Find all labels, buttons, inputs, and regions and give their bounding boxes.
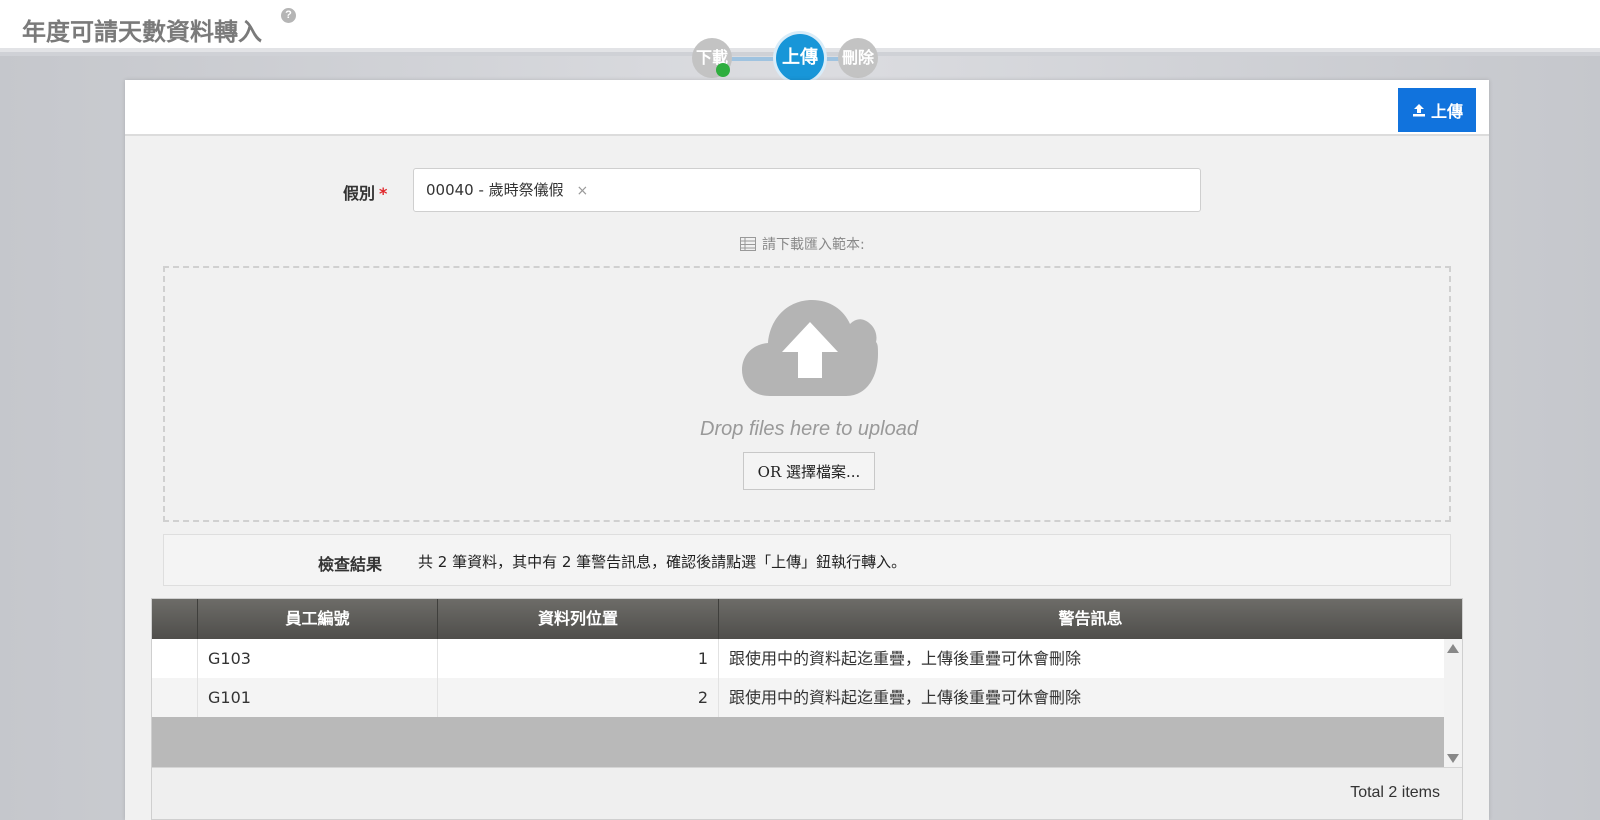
stepper: 下載 上傳 刪除 bbox=[692, 34, 900, 84]
panel-header: 上傳 bbox=[125, 80, 1489, 136]
warning-table: 員工編號 資料列位置 警告訊息 G103 1 跟使用中的資料起迄重疊，上傳後重疊… bbox=[151, 598, 1463, 820]
scroll-down-icon[interactable] bbox=[1447, 754, 1459, 763]
row-select-cell[interactable] bbox=[152, 639, 198, 678]
warning-cell: 跟使用中的資料起迄重疊，上傳後重疊可休會刪除 bbox=[729, 688, 1082, 707]
template-download-link[interactable]: 請下載匯入範本: bbox=[740, 234, 865, 254]
help-icon[interactable]: ? bbox=[281, 8, 296, 23]
upload-icon bbox=[1412, 104, 1425, 117]
page-title: 年度可請天數資料轉入 bbox=[22, 18, 262, 46]
row-position-cell: 2 bbox=[438, 678, 719, 717]
leave-type-label-text: 假別 bbox=[343, 184, 376, 203]
employee-id-cell: G103 bbox=[198, 639, 438, 678]
header-select-column bbox=[152, 599, 198, 639]
upload-button[interactable]: 上傳 bbox=[1398, 88, 1476, 132]
table-row[interactable]: G101 2 跟使用中的資料起迄重疊，上傳後重疊可休會刪除 bbox=[152, 678, 1444, 717]
main-panel: 上傳 假別 * 00040 - 歲時祭儀假 × 請下載匯入範本: Drop fil… bbox=[125, 80, 1489, 820]
warning-cell: 跟使用中的資料起迄重疊，上傳後重疊可休會刪除 bbox=[729, 649, 1082, 668]
scroll-up-icon[interactable] bbox=[1447, 644, 1459, 653]
table-header: 員工編號 資料列位置 警告訊息 bbox=[152, 599, 1462, 639]
total-items: Total 2 items bbox=[1350, 784, 1440, 801]
header-employee-id[interactable]: 員工編號 bbox=[198, 599, 438, 639]
header-row-position[interactable]: 資料列位置 bbox=[438, 599, 719, 639]
check-result: 檢查結果 共 2 筆資料，其中有 2 筆警告訊息，確認後請點選「上傳」鈕執行轉入… bbox=[163, 534, 1451, 586]
employee-id-cell: G101 bbox=[198, 678, 438, 717]
upload-button-label: 上傳 bbox=[1430, 102, 1463, 121]
table-scrollbar[interactable] bbox=[1444, 639, 1462, 767]
step-done-indicator bbox=[716, 63, 730, 77]
leave-type-tag: 00040 - 歲時祭儀假 bbox=[426, 181, 564, 199]
spreadsheet-icon bbox=[740, 237, 756, 251]
choose-file-button[interactable]: OR 選擇檔案... bbox=[743, 452, 875, 490]
check-result-label: 檢查結果 bbox=[318, 555, 383, 574]
row-position-cell: 1 bbox=[438, 639, 719, 678]
header-warning[interactable]: 警告訊息 bbox=[719, 599, 1462, 639]
template-link-text: 請下載匯入範本: bbox=[762, 237, 865, 253]
step-upload-label: 上傳 bbox=[782, 47, 818, 68]
step-delete[interactable]: 刪除 bbox=[838, 38, 878, 78]
leave-type-label: 假別 * bbox=[343, 180, 387, 204]
leave-type-select[interactable]: 00040 - 歲時祭儀假 × bbox=[413, 168, 1201, 212]
step-upload[interactable]: 上傳 bbox=[776, 34, 824, 82]
file-dropzone[interactable]: Drop files here to upload OR 選擇檔案... bbox=[163, 266, 1451, 522]
check-result-text: 共 2 筆資料，其中有 2 筆警告訊息，確認後請點選「上傳」鈕執行轉入。 bbox=[418, 553, 907, 571]
table-footer: Total 2 items bbox=[152, 767, 1462, 819]
drop-files-text: Drop files here to upload bbox=[700, 418, 918, 440]
cloud-upload-icon bbox=[742, 300, 878, 396]
remove-tag-icon[interactable]: × bbox=[576, 183, 588, 199]
step-delete-label: 刪除 bbox=[841, 48, 874, 67]
table-row[interactable]: G103 1 跟使用中的資料起迄重疊，上傳後重疊可休會刪除 bbox=[152, 639, 1444, 678]
required-mark: * bbox=[379, 184, 388, 203]
row-select-cell[interactable] bbox=[152, 678, 198, 717]
